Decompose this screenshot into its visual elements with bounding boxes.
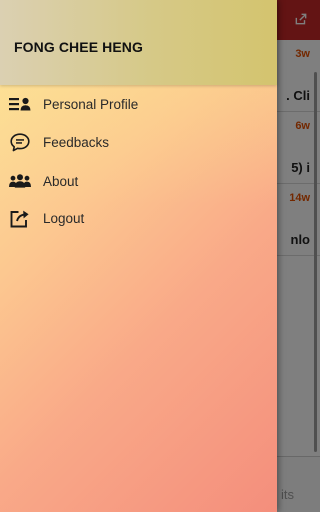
menu-item-label: Logout bbox=[43, 210, 85, 226]
chat-bubble-icon bbox=[9, 131, 31, 153]
menu-item-personal-profile[interactable]: Personal Profile bbox=[0, 85, 277, 123]
menu-item-feedbacks[interactable]: Feedbacks bbox=[0, 123, 277, 161]
navigation-drawer: FONG CHEE HENG Personal Profile Feedback… bbox=[0, 0, 277, 512]
menu-item-logout[interactable]: Logout bbox=[0, 199, 277, 237]
menu-item-label: About bbox=[43, 173, 79, 189]
menu-item-label: Feedbacks bbox=[43, 134, 110, 150]
share-out-icon bbox=[9, 207, 31, 229]
menu-item-about[interactable]: About bbox=[0, 162, 277, 200]
menu-item-label: Personal Profile bbox=[43, 96, 139, 112]
drawer-header: FONG CHEE HENG bbox=[0, 0, 277, 85]
profile-list-icon bbox=[9, 93, 31, 115]
group-icon bbox=[9, 170, 31, 192]
user-name: FONG CHEE HENG bbox=[14, 39, 143, 55]
